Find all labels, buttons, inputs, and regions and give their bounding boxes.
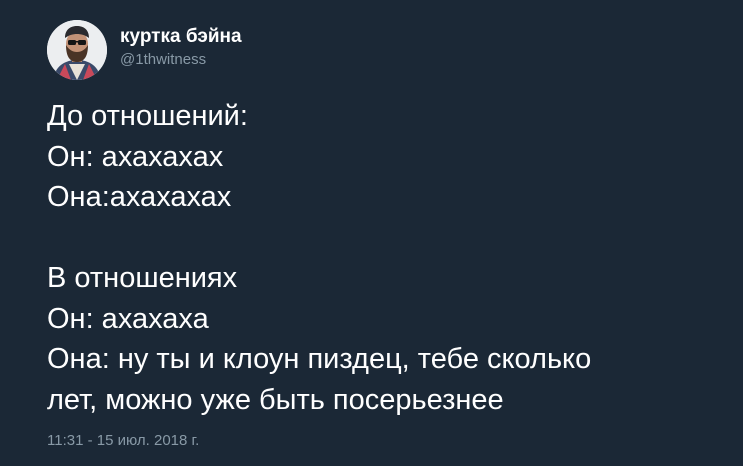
author-names: куртка бэйна @1thwitness [120, 25, 242, 71]
tweet-line [47, 218, 727, 259]
tweet-line: Она:ахахахах [47, 181, 232, 213]
tweet-line: В отношениях [47, 262, 238, 294]
tweet-line: Он: ахахаха [47, 302, 209, 335]
author-display-name[interactable]: куртка бэйна [120, 25, 242, 49]
tweet-line: До отношений: [47, 100, 248, 132]
tweet-text: До отношений: Он: ахахахах Она:ахахахах … [47, 96, 727, 420]
avatar[interactable] [47, 20, 107, 80]
tweet-line: Он: ахахахах [47, 140, 224, 173]
author-handle[interactable]: @1thwitness [120, 49, 242, 71]
tweet-line: Она: ну ты и клоун пиздец, тебе сколько [47, 343, 592, 375]
tweet-header: куртка бэйна @1thwitness [47, 20, 242, 80]
tweet-timestamp[interactable]: 11:31 - 15 июл. 2018 г. [47, 431, 199, 451]
user-avatar-photo-icon [47, 20, 107, 80]
tweet-line: лет, можно уже быть посерьезнее [47, 383, 504, 416]
tweet-card: куртка бэйна @1thwitness До отношений: О… [0, 0, 743, 466]
